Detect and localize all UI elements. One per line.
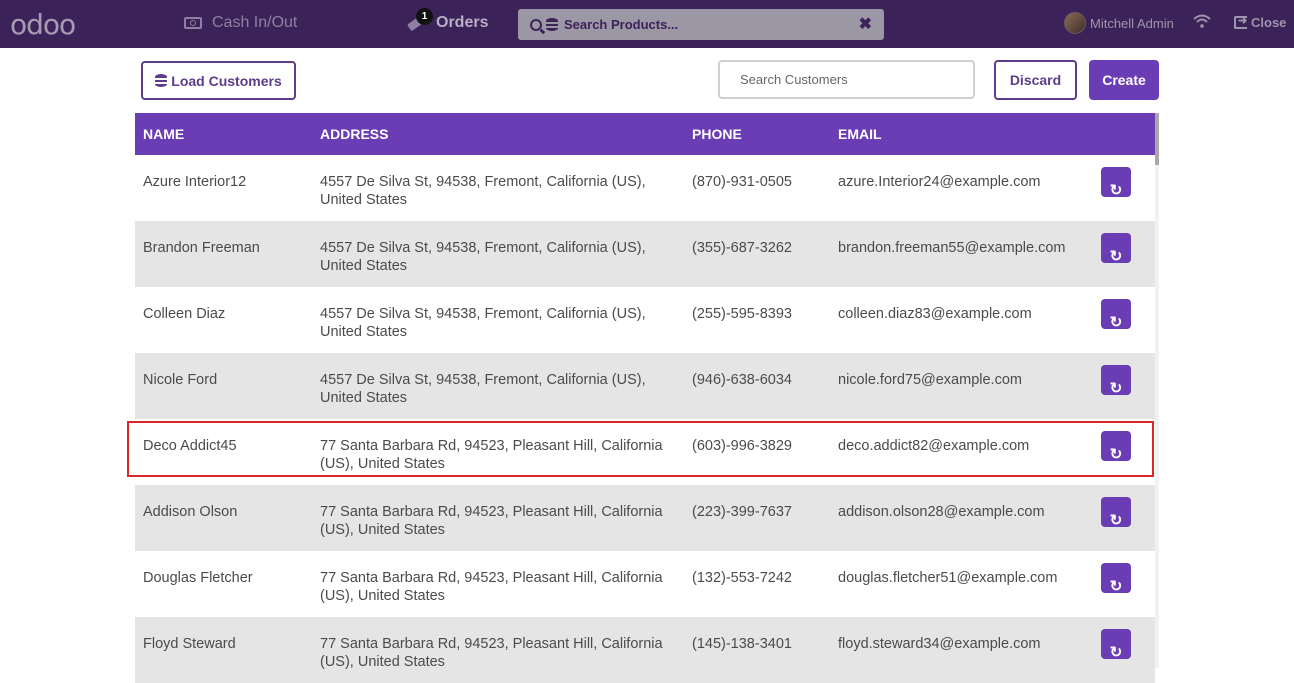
cash-label: Cash In/Out — [212, 14, 298, 31]
table-row[interactable]: Deco Addict45 77 Santa Barbara Rd, 94523… — [135, 419, 1155, 485]
table-row[interactable]: Floyd Steward 77 Santa Barbara Rd, 94523… — [135, 617, 1155, 683]
cell-name: Addison Olson — [143, 504, 238, 520]
header-phone: PHONE — [692, 126, 742, 142]
logo-text: odoo — [10, 7, 76, 41]
cell-name: Floyd Steward — [143, 636, 236, 652]
odoo-logo: odoo — [10, 7, 76, 41]
cell-phone: (223)-399-7637 — [692, 504, 792, 520]
cell-name: Nicole Ford — [143, 372, 218, 388]
cell-name: Brandon Freeman — [143, 240, 260, 256]
customer-table: NAME ADDRESS PHONE EMAIL Azure Interior1… — [135, 113, 1155, 683]
sign-out-icon — [1234, 14, 1247, 29]
clear-search-icon[interactable]: ✖ — [859, 14, 872, 34]
history-icon[interactable]: ↻ — [1101, 167, 1131, 199]
create-button[interactable]: Create — [1089, 60, 1159, 100]
scrollbar-thumb[interactable] — [1155, 113, 1159, 165]
cell-email: floyd.steward34@example.com — [838, 636, 1041, 652]
cell-address: 4557 De Silva St, 94538, Fremont, Califo… — [320, 306, 646, 340]
cell-address: 77 Santa Barbara Rd, 94523, Pleasant Hil… — [320, 438, 663, 472]
search-customers-input[interactable] — [718, 60, 975, 99]
cell-email: brandon.freeman55@example.com — [838, 240, 1066, 256]
history-icon[interactable]: ↻ — [1101, 497, 1131, 529]
cell-name: Douglas Fletcher — [143, 570, 253, 586]
cell-phone: (355)-687-3262 — [692, 240, 792, 256]
cell-address: 77 Santa Barbara Rd, 94523, Pleasant Hil… — [320, 504, 663, 538]
discard-button[interactable]: Discard — [994, 60, 1077, 100]
table-scrollbar[interactable] — [1155, 113, 1159, 668]
close-button[interactable]: Close — [1234, 14, 1287, 30]
table-row[interactable]: Addison Olson 77 Santa Barbara Rd, 94523… — [135, 485, 1155, 551]
product-search-placeholder: Search Products... — [564, 17, 679, 32]
product-search-field[interactable]: Search Products... ✖ — [518, 9, 884, 40]
cell-email: deco.addict82@example.com — [838, 438, 1030, 454]
avatar — [1064, 12, 1086, 34]
cell-phone: (145)-138-3401 — [692, 636, 792, 652]
cell-phone: (870)-931-0505 — [692, 174, 792, 190]
table-row[interactable]: Nicole Ford 4557 De Silva St, 94538, Fre… — [135, 353, 1155, 419]
orders-label: Orders — [436, 14, 489, 31]
cell-email: nicole.ford75@example.com — [838, 372, 1022, 388]
cell-name: Colleen Diaz — [143, 306, 226, 322]
cash-in-out-button[interactable]: Cash In/Out — [184, 14, 297, 32]
header-email: EMAIL — [838, 126, 882, 142]
cell-email: azure.Interior24@example.com — [838, 174, 1041, 190]
cash-icon — [184, 17, 202, 29]
table-header: NAME ADDRESS PHONE EMAIL — [135, 113, 1155, 155]
cell-address: 4557 De Silva St, 94538, Fremont, Califo… — [320, 240, 646, 274]
history-icon[interactable]: ↻ — [1101, 629, 1131, 661]
cell-phone: (603)-996-3829 — [692, 438, 792, 454]
history-icon[interactable]: ↻ — [1101, 563, 1131, 595]
search-icon — [530, 18, 542, 31]
cell-address: 77 Santa Barbara Rd, 94523, Pleasant Hil… — [320, 636, 663, 670]
cell-phone: (255)-595-8393 — [692, 306, 792, 322]
table-row[interactable]: Douglas Fletcher 77 Santa Barbara Rd, 94… — [135, 551, 1155, 617]
history-icon[interactable]: ↻ — [1101, 299, 1131, 331]
table-row[interactable]: Colleen Diaz 4557 De Silva St, 94538, Fr… — [135, 287, 1155, 353]
table-row[interactable]: Azure Interior12 4557 De Silva St, 94538… — [135, 155, 1155, 221]
cell-phone: (132)-553-7242 — [692, 570, 792, 586]
history-icon[interactable]: ↻ — [1101, 233, 1131, 265]
history-icon[interactable]: ↻ — [1101, 431, 1131, 463]
cell-phone: (946)-638-6034 — [692, 372, 792, 388]
header-address: ADDRESS — [320, 126, 389, 142]
table-row[interactable]: Brandon Freeman 4557 De Silva St, 94538,… — [135, 221, 1155, 287]
orders-count-badge: 1 — [416, 8, 433, 25]
cell-address: 4557 De Silva St, 94538, Fremont, Califo… — [320, 174, 646, 208]
cell-email: douglas.fletcher51@example.com — [838, 570, 1058, 586]
cell-address: 4557 De Silva St, 94538, Fremont, Califo… — [320, 372, 646, 406]
cell-name: Azure Interior12 — [143, 174, 247, 190]
load-customers-label: Load Customers — [171, 72, 282, 89]
load-customers-button[interactable]: Load Customers — [141, 61, 296, 100]
user-menu[interactable]: Mitchell Admin — [1064, 12, 1174, 34]
cell-name: Deco Addict45 — [143, 438, 237, 454]
wifi-icon — [1193, 14, 1211, 28]
header-name: NAME — [143, 126, 185, 142]
cell-email: colleen.diaz83@example.com — [838, 306, 1032, 322]
top-bar: odoo Cash In/Out Orders 1 Search Product… — [0, 0, 1294, 48]
cell-email: addison.olson28@example.com — [838, 504, 1045, 520]
database-icon — [155, 74, 168, 87]
cell-address: 77 Santa Barbara Rd, 94523, Pleasant Hil… — [320, 570, 663, 604]
user-name: Mitchell Admin — [1090, 15, 1174, 31]
history-icon[interactable]: ↻ — [1101, 365, 1131, 397]
close-label: Close — [1251, 15, 1287, 30]
database-icon — [546, 18, 558, 31]
